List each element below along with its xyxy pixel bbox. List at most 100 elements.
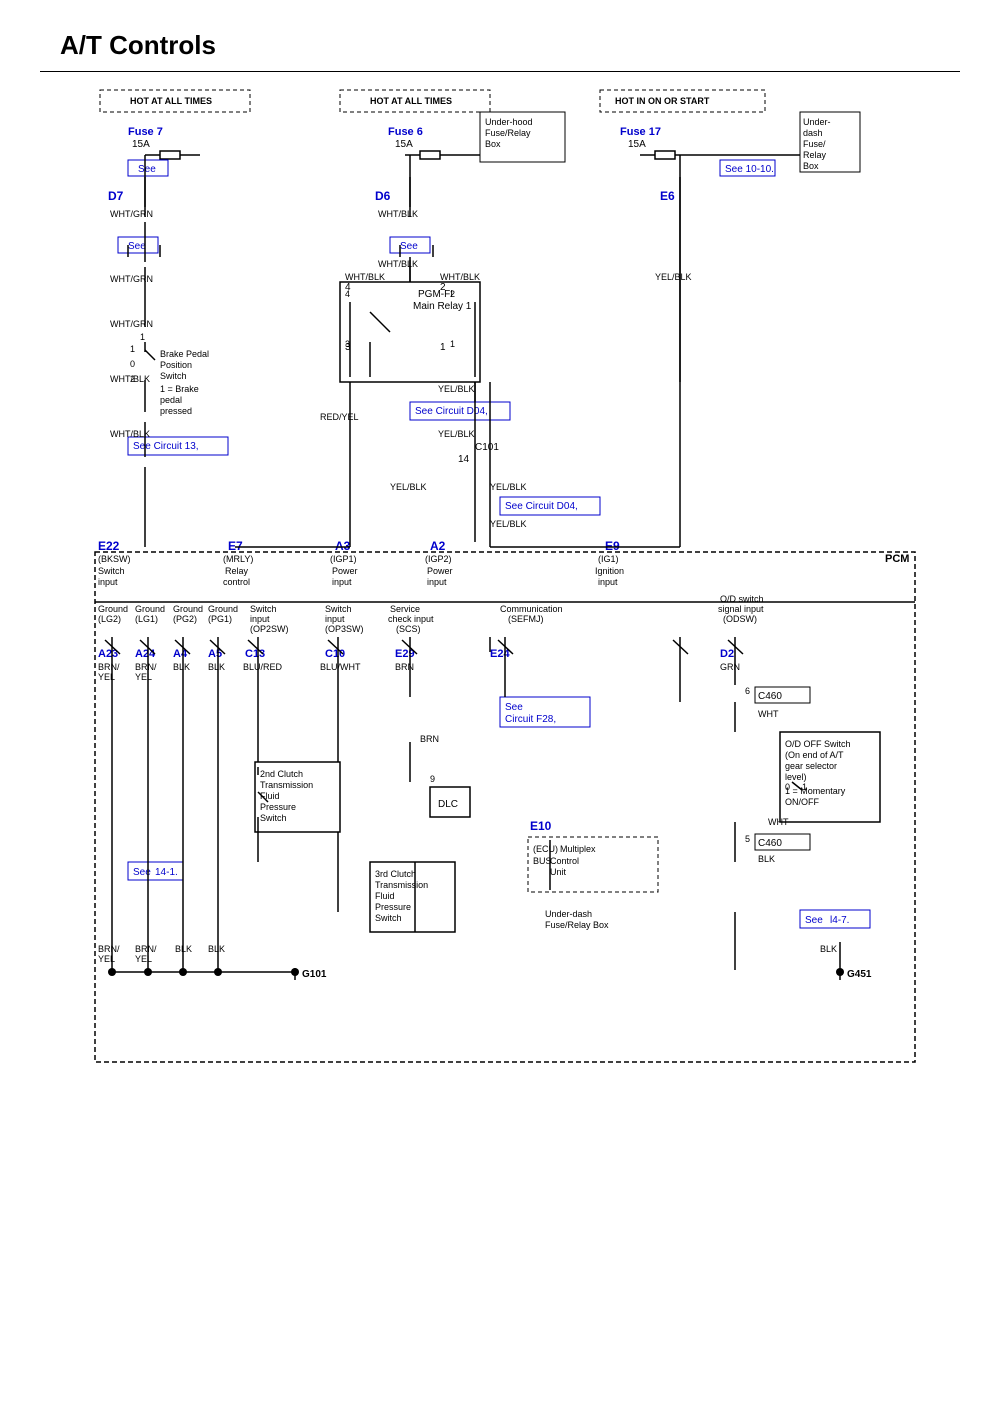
gnd-lg2-sub: (LG2)	[98, 614, 121, 624]
sw-op3sw2: input	[325, 614, 345, 624]
svg-text:1: 1	[130, 344, 135, 354]
od-switch-label6: ON/OFF	[785, 797, 819, 807]
svc-chk: Service	[390, 604, 420, 614]
fuse17-label: Fuse 17	[620, 126, 661, 138]
od-signal2: signal input	[718, 604, 764, 614]
see-14-7-num[interactable]: l4-7.	[830, 915, 849, 926]
od-signal: O/D switch	[720, 594, 764, 604]
e10-bus: Multiplex	[560, 844, 596, 854]
hot-label-2: HOT AT ALL TIMES	[370, 96, 452, 106]
e9-func2: input	[598, 577, 618, 587]
e29-wire: BRN	[395, 662, 414, 672]
fuse6-label: Fuse 6	[388, 126, 423, 138]
c460-label2: C460	[758, 838, 782, 849]
blk-g451: BLK	[820, 944, 837, 954]
e9-func: Ignition	[595, 566, 624, 576]
fuse7-see[interactable]: See	[138, 164, 156, 175]
yelblk-wire5: YEL/BLK	[490, 519, 527, 529]
underhood-box-label: Under-hood	[485, 117, 533, 127]
redyel-wire: RED/YEL	[320, 412, 359, 422]
underdash-bot-label: Under-dash	[545, 909, 592, 919]
comm-label: Communication	[500, 604, 563, 614]
underdash-box-label3: Fuse/	[803, 139, 826, 149]
comm-label2: (SEFMJ)	[508, 614, 544, 624]
e22-sub: (BKSW)	[98, 554, 131, 564]
e10-bus4: Unit	[550, 867, 567, 877]
e24-conn: E24	[490, 648, 510, 660]
d6-connector: D6	[375, 189, 391, 203]
sw-op3sw3: (OP3SW)	[325, 624, 364, 634]
c460-pin6: 6	[745, 686, 750, 696]
underdash-box-label2: dash	[803, 128, 823, 138]
pcm-label: PCM	[885, 553, 909, 565]
c460-pin5: 5	[745, 834, 750, 844]
c101-label: C101	[475, 442, 499, 453]
clutch3-label: 3rd Clutch	[375, 869, 416, 879]
gnd-lg1-sub: (LG1)	[135, 614, 158, 624]
underdash-bot-label2: Fuse/Relay Box	[545, 920, 609, 930]
fuse17-see[interactable]: See 10-10.	[725, 164, 774, 175]
fuse6-rating: 15A	[395, 139, 413, 150]
e6-connector: E6	[660, 189, 675, 203]
circuit-f28[interactable]: See	[505, 702, 523, 713]
circuit-d04-2[interactable]: See Circuit D04,	[505, 501, 578, 512]
underdash-box-label5: Box	[803, 161, 819, 171]
fuse17-rating: 15A	[628, 139, 646, 150]
dlc-pin: 9	[430, 774, 435, 784]
whtgrn-wire2: WHT/GRN	[110, 319, 153, 329]
yelblk-wire3: YEL/BLK	[390, 482, 427, 492]
whtgrn-wire1: WHT/GRN	[110, 274, 153, 284]
sw-op3sw: Switch	[325, 604, 352, 614]
hot-label-1: HOT AT ALL TIMES	[130, 96, 212, 106]
d6-see[interactable]: See	[400, 241, 418, 252]
a23-wire: BRN/	[98, 662, 120, 672]
svg-text:1: 1	[440, 342, 446, 353]
gnd-pg1-sub: (PG1)	[208, 614, 232, 624]
clutch2-label5: Switch	[260, 813, 287, 823]
underhood-box-label3: Box	[485, 139, 501, 149]
a24-conn: A24	[135, 648, 156, 660]
circuit-f28-2[interactable]: Circuit F28,	[505, 714, 556, 725]
a3-connector: A3	[335, 539, 351, 553]
e10-sub: (ECU)	[533, 844, 558, 854]
clutch3-label5: Switch	[375, 913, 402, 923]
e7-sub: (MRLY)	[223, 554, 253, 564]
c460-wire2: BLK	[758, 854, 775, 864]
a2-func2: input	[427, 577, 447, 587]
e9-sub: (IG1)	[598, 554, 619, 564]
bpps-label2: Position	[160, 360, 192, 370]
diagram-svg: HOT AT ALL TIMES HOT AT ALL TIMES HOT IN…	[40, 82, 960, 1322]
brnyel-bot1: BRN/	[98, 944, 120, 954]
fuse7-label: Fuse 7	[128, 126, 163, 138]
bpps-label: Brake Pedal	[160, 349, 209, 359]
yelblk-wire4: YEL/BLK	[490, 482, 527, 492]
e9-connector: E9	[605, 539, 620, 553]
whtblk-wire2: WHT/BLK	[110, 429, 150, 439]
c101-pin: 14	[458, 454, 470, 465]
g101-label: G101	[302, 969, 327, 980]
svg-text:0: 0	[130, 359, 135, 369]
d7-see[interactable]: See	[128, 241, 146, 252]
brnyel-bot2b: YEL	[135, 954, 152, 964]
circuit-d04-1[interactable]: See Circuit D04,	[415, 406, 488, 417]
bpps-label6: pressed	[160, 406, 192, 416]
svg-text:1: 1	[802, 782, 807, 792]
fuse7-rating: 15A	[132, 139, 150, 150]
svg-text:1: 1	[450, 339, 455, 349]
see-14-1-num[interactable]: 14-1.	[155, 867, 178, 878]
circuit-13[interactable]: See Circuit 13,	[133, 441, 199, 452]
gnd-pg2: Ground	[173, 604, 203, 614]
a3-func2: input	[332, 577, 352, 587]
bpps-label3: Switch	[160, 371, 187, 381]
e7-connector: E7	[228, 539, 243, 553]
clutch2-label2: Transmission	[260, 780, 313, 790]
svg-text:3: 3	[345, 342, 351, 353]
see-14-7[interactable]: See	[805, 915, 823, 926]
bpps-label5: pedal	[160, 395, 182, 405]
svc-chk3: (SCS)	[396, 624, 421, 634]
wiring-diagram: HOT AT ALL TIMES HOT AT ALL TIMES HOT IN…	[40, 71, 960, 1325]
bpps-label4: 1 = Brake	[160, 384, 199, 394]
clutch3-label2: Transmission	[375, 880, 428, 890]
underdash-box-label: Under-	[803, 117, 831, 127]
od-switch-label: O/D OFF Switch	[785, 739, 851, 749]
